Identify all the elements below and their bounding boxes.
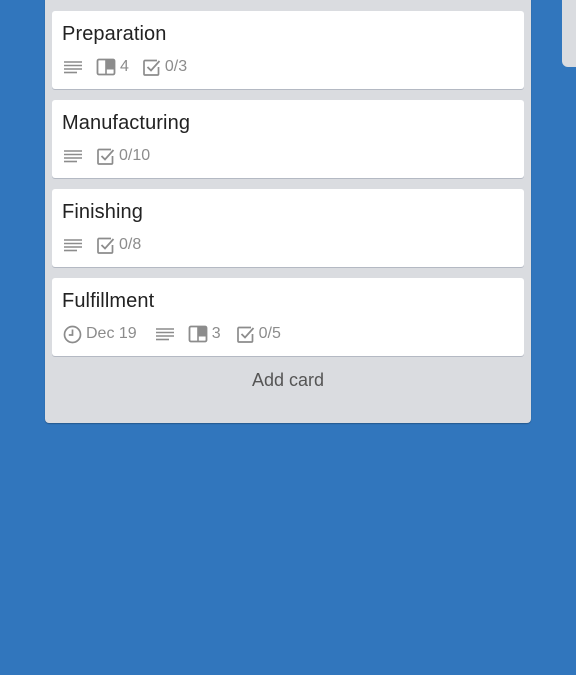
card-fulfillment[interactable]: Fulfillment Dec 19 3 0/5 (52, 278, 524, 356)
card-title: Fulfillment (62, 290, 155, 312)
attachments-badge: 3 (188, 325, 221, 343)
next-list-edge[interactable] (562, 0, 576, 67)
checklist-checkbox-icon (236, 325, 255, 344)
attachments-count: 3 (211, 325, 221, 342)
description-lines-icon (63, 238, 83, 252)
checklist-badge: 0/5 (236, 325, 281, 344)
description-badge (63, 60, 83, 74)
card-badges: 4 0/3 (63, 56, 200, 78)
attachments-count: 4 (120, 58, 129, 75)
description-badge (63, 238, 83, 252)
checklist-checkbox-icon (96, 147, 115, 166)
description-badge (155, 327, 175, 341)
description-lines-icon (63, 149, 83, 163)
card-title: Finishing (62, 201, 143, 223)
due-date-badge: Dec 19 (63, 325, 137, 344)
checklist-progress: 0/3 (164, 58, 188, 75)
attachments-badge: 4 (96, 58, 129, 76)
due-date-text: Dec 19 (86, 325, 137, 342)
checklist-badge: 0/8 (96, 236, 141, 255)
card-list: Preparation 4 0/3 Manufacturing 0/10 Fin… (45, 0, 531, 423)
checklist-checkbox-icon (96, 236, 115, 255)
checklist-progress: 0/10 (119, 147, 151, 164)
clock-icon (63, 325, 82, 344)
card-preparation[interactable]: Preparation 4 0/3 (52, 11, 524, 89)
card-title: Preparation (62, 23, 167, 45)
checklist-checkbox-icon (142, 58, 161, 77)
description-lines-icon (155, 327, 175, 341)
card-badges: Dec 19 3 0/5 (63, 323, 294, 345)
description-lines-icon (63, 60, 83, 74)
card-manufacturing[interactable]: Manufacturing 0/10 (52, 100, 524, 178)
checklist-progress: 0/5 (258, 325, 281, 342)
checklist-progress: 0/8 (119, 236, 142, 253)
checklist-badge: 0/3 (142, 58, 187, 77)
add-card-button[interactable]: Add card (45, 360, 531, 400)
card-badges: 0/8 (63, 234, 154, 256)
attachment-card-icon (96, 58, 116, 76)
checklist-badge: 0/10 (96, 147, 150, 166)
description-badge (63, 149, 83, 163)
card-finishing[interactable]: Finishing 0/8 (52, 189, 524, 267)
attachment-card-icon (188, 325, 208, 343)
card-title: Manufacturing (62, 112, 191, 134)
card-badges: 0/10 (63, 145, 163, 167)
